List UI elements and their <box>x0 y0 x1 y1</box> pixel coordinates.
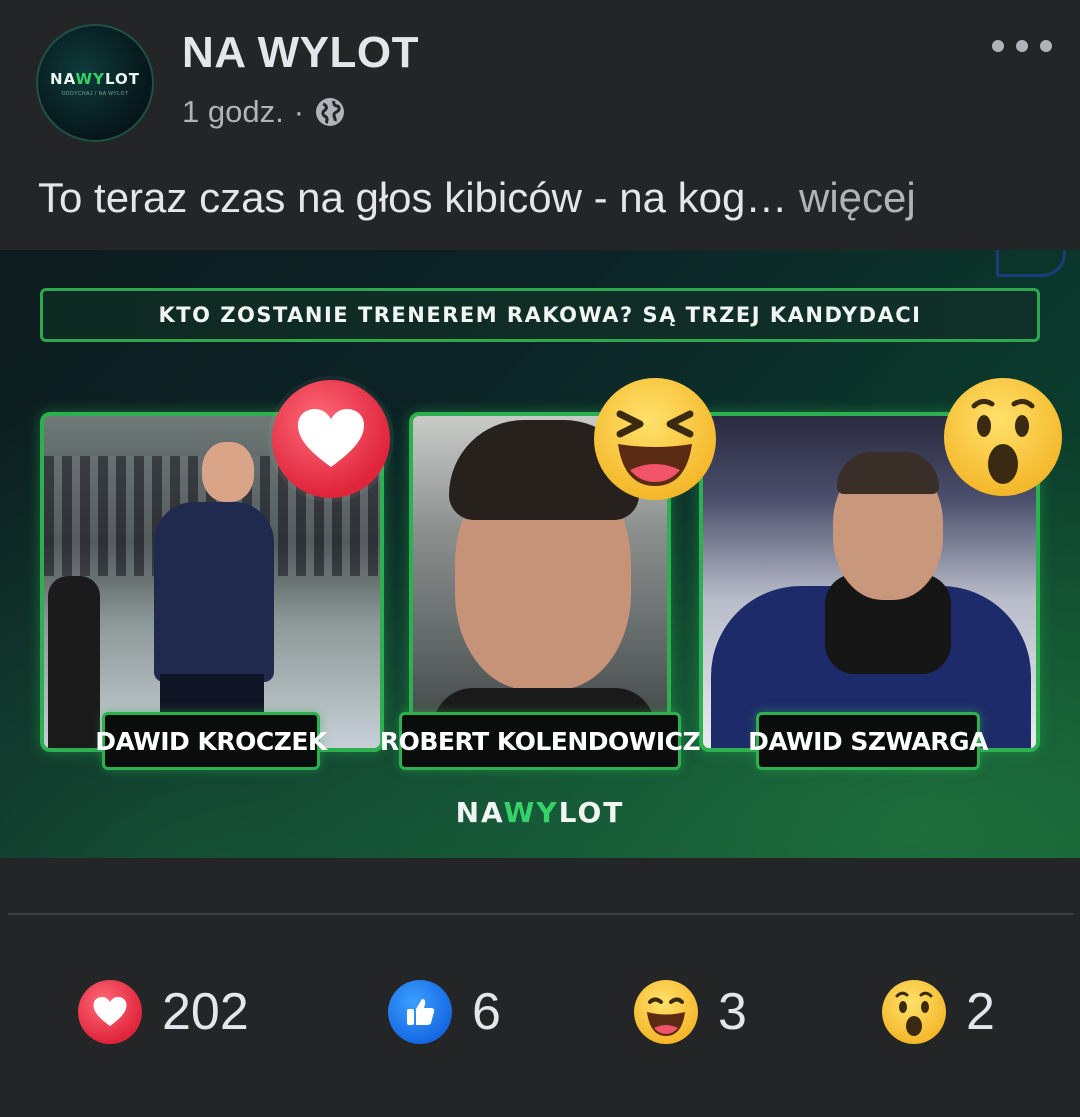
coach-hair <box>837 452 939 494</box>
reaction-count: 3 <box>718 983 747 1041</box>
reactions-summary[interactable]: 202 6 3 2 <box>0 980 1080 1050</box>
reaction-count: 202 <box>162 983 249 1041</box>
more-options-icon[interactable] <box>992 34 1052 58</box>
laugh-emoji-icon <box>634 980 698 1044</box>
thumbs-up-icon <box>388 980 452 1044</box>
heart-icon <box>272 380 390 498</box>
reaction-like[interactable]: 6 <box>388 980 501 1044</box>
page-avatar[interactable]: NAWYLOT ODDYCHAJ / NA WYLOT <box>36 24 154 142</box>
post-text: To teraz czas na głos kibiców - na kog… … <box>38 174 916 222</box>
corner-logo-fragment <box>996 250 1066 277</box>
reaction-wow[interactable]: 2 <box>882 980 995 1044</box>
page-name-link[interactable]: NA WYLOT <box>182 28 419 78</box>
divider <box>8 913 1074 915</box>
see-more-link[interactable]: więcej <box>799 174 916 221</box>
reaction-love[interactable]: 202 <box>78 980 249 1044</box>
globe-icon <box>316 98 345 126</box>
post-time[interactable]: 1 godz. <box>182 94 284 130</box>
wow-emoji-icon <box>944 378 1062 496</box>
image-watermark-logo: NAWYLOT <box>455 796 625 829</box>
background-person <box>48 576 100 748</box>
post-meta: 1 godz. · <box>182 94 346 130</box>
post-image[interactable]: KTO ZOSTANIE TRENEREM RAKOWA? SĄ TRZEJ K… <box>0 250 1080 858</box>
image-banner: KTO ZOSTANIE TRENEREM RAKOWA? SĄ TRZEJ K… <box>40 288 1040 342</box>
post-text-body: To teraz czas na głos kibiców - na kog… <box>38 174 788 221</box>
reaction-count: 6 <box>472 983 501 1041</box>
laugh-emoji-icon <box>594 378 716 500</box>
wow-emoji-icon <box>882 980 946 1044</box>
candidate-name-1: DAWID KROCZEK <box>95 712 327 770</box>
coach-torso <box>154 502 274 682</box>
reaction-haha[interactable]: 3 <box>634 980 747 1044</box>
avatar-subtitle: ODDYCHAJ / NA WYLOT <box>61 90 129 97</box>
candidate-name-3: DAWID SZWARGA <box>748 712 988 770</box>
post-header: NAWYLOT ODDYCHAJ / NA WYLOT NA WYLOT 1 g… <box>0 0 1080 250</box>
reaction-count: 2 <box>966 983 995 1041</box>
avatar-logo: NAWYLOT <box>50 69 140 88</box>
coach-head <box>202 442 254 502</box>
candidate-name-2: ROBERT KOLENDOWICZ <box>380 712 701 770</box>
heart-icon <box>78 980 142 1044</box>
meta-separator: · <box>293 94 305 129</box>
